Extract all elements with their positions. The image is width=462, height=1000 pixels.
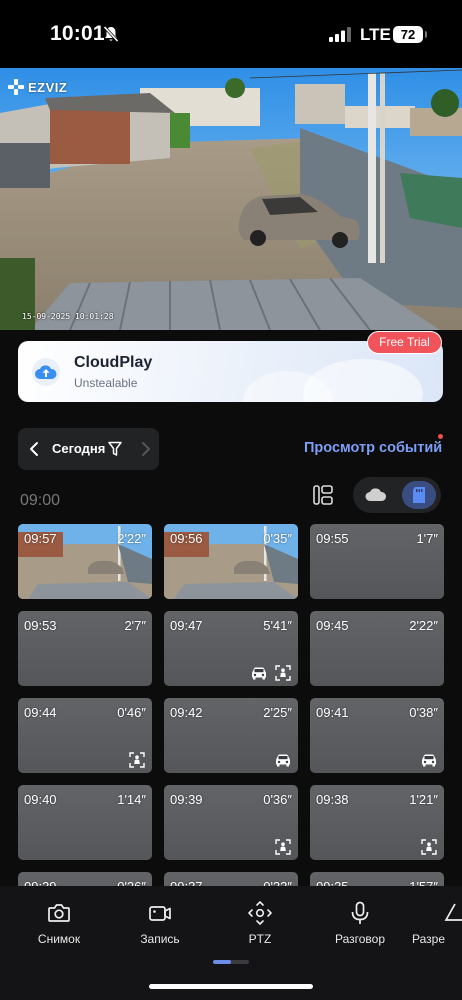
resolution-button[interactable]: Разре	[412, 900, 462, 946]
resolution-icon	[444, 903, 462, 921]
cloudplay-title: CloudPlay	[74, 354, 153, 371]
filter-icon[interactable]	[108, 441, 122, 457]
ezviz-brand-text: EZVIZ	[28, 79, 68, 95]
person-icon	[420, 838, 438, 855]
ezviz-logo-icon	[8, 79, 24, 95]
clip-start-time: 09:39	[170, 792, 203, 807]
clip-duration: 2'25″	[263, 705, 292, 720]
clip-start-time: 09:35	[316, 879, 349, 886]
home-indicator[interactable]	[149, 984, 313, 989]
signal-icon	[329, 27, 351, 42]
recording-clip-tile[interactable]: 09:55 1'7″	[310, 524, 444, 599]
hour-section-label: 09:00	[20, 492, 61, 509]
clip-start-time: 09:56	[170, 531, 203, 546]
battery-indicator: 72	[393, 26, 427, 43]
talk-button[interactable]: Разговор	[320, 900, 400, 946]
chevron-right-icon[interactable]	[138, 439, 154, 459]
clip-duration: 0'35″	[263, 531, 292, 546]
ptz-label: PTZ	[248, 932, 272, 946]
recording-clip-tile[interactable]: 09:44 0'46″	[18, 698, 152, 773]
clip-start-time: 09:39	[24, 879, 57, 886]
clip-duration: 0'38″	[409, 705, 438, 720]
recording-clip-tile[interactable]: 09:37 0'22″	[164, 872, 298, 886]
clip-start-time: 09:45	[316, 618, 349, 633]
person-icon	[274, 664, 292, 681]
live-video-view[interactable]	[0, 68, 462, 330]
camera-icon	[48, 904, 70, 922]
clip-start-time: 09:41	[316, 705, 349, 720]
video-record-icon	[149, 906, 171, 921]
microphone-icon	[351, 901, 369, 924]
chevron-left-icon[interactable]	[26, 439, 42, 459]
cloudplay-subtitle: Unstealable	[74, 376, 138, 390]
ezviz-watermark: EZVIZ	[8, 79, 67, 95]
date-label[interactable]: Сегодня	[52, 441, 105, 456]
cloud-storage-icon[interactable]	[361, 483, 391, 507]
record-label: Запись	[140, 932, 180, 946]
clip-duration: 1'57″	[409, 879, 438, 886]
cloud-upload-icon	[32, 358, 60, 386]
clip-start-time: 09:40	[24, 792, 57, 807]
vehicle-icon	[274, 752, 292, 767]
recording-clip-tile[interactable]: 09:47 5'41″	[164, 611, 298, 686]
talk-label: Разговор	[334, 932, 386, 946]
clip-duration: 0'36″	[263, 792, 292, 807]
recording-clip-tile[interactable]: 09:45 2'22″	[310, 611, 444, 686]
clip-duration: 2'22″	[409, 618, 438, 633]
clip-start-time: 09:55	[316, 531, 349, 546]
recording-clip-tile[interactable]: 09:42 2'25″	[164, 698, 298, 773]
snapshot-label: Снимок	[37, 932, 81, 946]
network-type: LTE	[360, 25, 391, 44]
clip-start-time: 09:44	[24, 705, 57, 720]
recording-grid: 09:57 2'22″ 09:56 0'35″ 09:55 1'7″ 09:53 2'7″ 09…	[18, 524, 444, 886]
sd-card-icon[interactable]	[402, 481, 436, 509]
layout-toggle-icon[interactable]	[312, 484, 334, 506]
status-time: 10:01	[50, 22, 105, 45]
clip-duration: 2'22″	[117, 531, 146, 546]
clip-start-time: 09:42	[170, 705, 203, 720]
toolbar-page-indicator	[213, 960, 249, 964]
notification-dot	[438, 434, 443, 439]
clip-duration: 2'7″	[124, 618, 146, 633]
osd-timestamp: 15-09-2025 10:01:28	[22, 312, 114, 321]
recording-clip-tile[interactable]: 09:38 1'21″	[310, 785, 444, 860]
person-icon	[274, 838, 292, 855]
clip-start-time: 09:37	[170, 879, 203, 886]
clip-duration: 0'26″	[117, 879, 146, 886]
vehicle-icon	[420, 752, 438, 767]
clip-duration: 5'41″	[263, 618, 292, 633]
recording-clip-tile[interactable]: 09:40 1'14″	[18, 785, 152, 860]
status-bar: 10:01 LTE 72	[0, 0, 462, 68]
free-trial-badge[interactable]: Free Trial	[367, 331, 442, 354]
clip-duration: 1'14″	[117, 792, 146, 807]
recording-clip-tile[interactable]: 09:35 1'57″	[310, 872, 444, 886]
snapshot-button[interactable]: Снимок	[19, 900, 99, 946]
recording-clip-tile[interactable]: 09:41 0'38″	[310, 698, 444, 773]
ptz-icon	[248, 901, 272, 925]
camera-feed-image	[0, 68, 462, 330]
clip-duration: 1'21″	[409, 792, 438, 807]
recording-clip-tile[interactable]: 09:57 2'22″	[18, 524, 152, 599]
bottom-toolbar: Снимок Запись PTZ Разговор Разре	[0, 886, 462, 1000]
storage-source-switch	[353, 477, 441, 513]
recording-clip-tile[interactable]: 09:53 2'7″	[18, 611, 152, 686]
recording-clip-tile[interactable]: 09:56 0'35″	[164, 524, 298, 599]
vehicle-icon	[250, 665, 268, 680]
record-button[interactable]: Запись	[120, 900, 200, 946]
recording-clip-tile[interactable]: 09:39 0'36″	[164, 785, 298, 860]
person-icon	[128, 751, 146, 768]
clip-start-time: 09:47	[170, 618, 203, 633]
clip-duration: 0'22″	[263, 879, 292, 886]
ptz-button[interactable]: PTZ	[220, 900, 300, 946]
bell-muted-icon	[103, 25, 119, 43]
clip-start-time: 09:57	[24, 531, 57, 546]
date-navigator: Сегодня	[18, 428, 159, 470]
resolution-label: Разре	[412, 932, 445, 946]
clip-start-time: 09:38	[316, 792, 349, 807]
clip-duration: 0'46″	[117, 705, 146, 720]
clip-duration: 1'7″	[416, 531, 438, 546]
clip-start-time: 09:53	[24, 618, 57, 633]
recording-clip-tile[interactable]: 09:39 0'26″	[18, 872, 152, 886]
view-events-link[interactable]: Просмотр событий	[304, 440, 442, 456]
